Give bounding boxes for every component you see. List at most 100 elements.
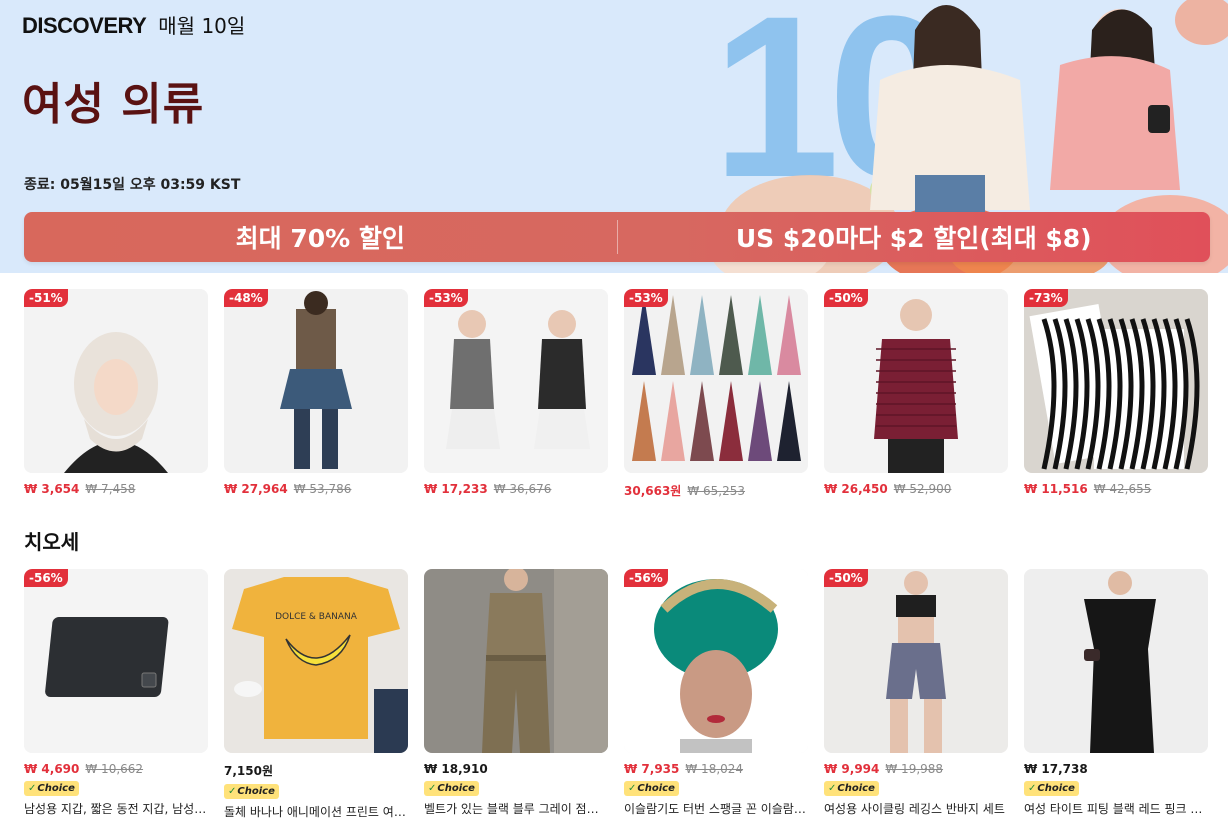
product-card[interactable]: -56% ₩ 4,690 ₩ 10,662 ✓ Choice 남성용 지갑, 짧은 동전 …	[24, 569, 208, 820]
price-line: ₩ 17,738	[1024, 762, 1208, 776]
product-card[interactable]: -48% ₩ 27,964 ₩ 53,786	[224, 289, 408, 499]
original-price: ₩ 53,786	[293, 482, 352, 496]
original-price: ₩ 10,662	[85, 762, 144, 776]
sale-price: ₩ 26,450	[824, 482, 888, 496]
white-hijab-cap-image	[24, 289, 208, 473]
product-card[interactable]: -50% ₩ 26,450 ₩ 52,900	[824, 289, 1008, 499]
promo-coupon: US $20마다 $2 할인(최대 $8)	[735, 224, 1092, 253]
discount-badge: -56%	[24, 569, 68, 587]
sale-price: ₩ 3,654	[24, 482, 80, 496]
check-icon: ✓	[28, 783, 37, 794]
sale-price: ₩ 17,738	[1024, 762, 1088, 776]
product-card[interactable]: ₩ 18,910 ✓ Choice 벨트가 있는 블랙 블루 그레이 점프수트	[424, 569, 608, 820]
discount-badge: -50%	[824, 569, 868, 587]
price-line: 30,663원 ₩ 65,253	[624, 482, 808, 499]
choice-badge: ✓ Choice	[224, 784, 279, 799]
product-image[interactable]: -53%	[624, 289, 808, 473]
cycling-shorts-image	[824, 569, 1008, 753]
product-card[interactable]: -73% ₩ 11,516 ₩ 42,655	[1024, 289, 1208, 499]
product-image[interactable]: -51%	[24, 289, 208, 473]
product-card[interactable]: -50% ₩ 9,994 ₩ 19,988 ✓ Choice 여성용 사이클링 레깅스 반…	[824, 569, 1008, 820]
choice-badge: ✓ Choice	[1024, 781, 1079, 796]
discount-badge: -50%	[824, 289, 868, 307]
original-price: ₩ 18,024	[685, 762, 744, 776]
price-line: ₩ 17,233 ₩ 36,676	[424, 482, 608, 496]
discount-badge: -51%	[24, 289, 68, 307]
promo-bar[interactable]: 최대 70% 할인 US $20마다 $2 할인(최대 $8)	[24, 212, 1210, 262]
check-icon: ✓	[228, 786, 237, 797]
floral-top-denim-skirt-image	[224, 289, 408, 473]
sale-price: ₩ 18,910	[424, 762, 488, 776]
burgundy-puffer-jacket-image	[824, 289, 1008, 473]
product-image[interactable]: -50%	[824, 289, 1008, 473]
choice-label: Choice	[837, 783, 875, 794]
original-price: ₩ 36,676	[493, 482, 552, 496]
product-name[interactable]: 남성용 지갑, 짧은 동전 지갑, 남성용 카드 지갑	[24, 800, 208, 817]
product-name[interactable]: 여성 타이트 피팅 블랙 레드 핑크 원피스	[1024, 800, 1208, 817]
product-image[interactable]	[424, 569, 608, 753]
zebra-leggings-image	[1024, 289, 1208, 473]
price-line: ₩ 9,994 ₩ 19,988	[824, 762, 1008, 776]
choice-label: Choice	[1037, 783, 1075, 794]
product-name[interactable]: 여성용 사이클링 레깅스 반바지 세트	[824, 800, 1008, 817]
product-image[interactable]	[1024, 569, 1208, 753]
choice-badge: ✓ Choice	[24, 781, 79, 796]
product-image[interactable]: -56%	[24, 569, 208, 753]
product-name[interactable]: 이슬람기도 터번 스팽글 꼰 이슬람 모자	[624, 800, 808, 817]
price-line: ₩ 3,654 ₩ 7,458	[24, 482, 208, 496]
sale-price: ₩ 7,935	[624, 762, 680, 776]
sale-price: ₩ 27,964	[224, 482, 288, 496]
sale-price: ₩ 9,994	[824, 762, 880, 776]
sale-price: ₩ 11,516	[1024, 482, 1088, 496]
choice-badge: ✓ Choice	[624, 781, 679, 796]
black-wallet-image	[24, 569, 208, 753]
product-card[interactable]: -53% 30,663원 ₩ 65,253	[624, 289, 808, 499]
discount-badge: -48%	[224, 289, 268, 307]
product-image[interactable]: -50%	[824, 569, 1008, 753]
product-row-2: -56% ₩ 4,690 ₩ 10,662 ✓ Choice 남성용 지갑, 짧은 동전 …	[24, 569, 1208, 820]
discount-badge: -53%	[624, 289, 668, 307]
abaya-set-image	[624, 289, 808, 473]
banana-tshirt-image: DOLCE & BANANA	[224, 569, 408, 753]
product-card[interactable]: -56% ₩ 7,935 ₩ 18,024 ✓ Choice 이슬람기도 터번 스팽글 꼰…	[624, 569, 808, 820]
sale-price: ₩ 4,690	[24, 762, 80, 776]
discount-badge: -56%	[624, 569, 668, 587]
end-time: 종료: 05월15일 오후 03:59 KST	[24, 177, 241, 193]
khaki-jumpsuit-image	[424, 569, 608, 753]
choice-label: Choice	[637, 783, 675, 794]
brand-row: DISCOVERY 매월 10일	[22, 10, 245, 39]
choice-label: Choice	[37, 783, 75, 794]
original-price: ₩ 19,988	[885, 762, 944, 776]
choice-label: Choice	[437, 783, 475, 794]
product-image[interactable]: -73%	[1024, 289, 1208, 473]
product-card[interactable]: -51% ₩ 3,654 ₩ 7,458	[24, 289, 208, 499]
price-line: ₩ 7,935 ₩ 18,024	[624, 762, 808, 776]
sale-price: 30,663원	[624, 484, 682, 498]
svg-text:DOLCE & BANANA: DOLCE & BANANA	[275, 612, 358, 622]
product-image[interactable]: -53%	[424, 289, 608, 473]
discount-badge: -53%	[424, 289, 468, 307]
check-icon: ✓	[828, 783, 837, 794]
check-icon: ✓	[1028, 783, 1037, 794]
choice-badge: ✓ Choice	[824, 781, 879, 796]
choice-label: Choice	[237, 786, 275, 797]
original-price: ₩ 52,900	[893, 482, 952, 496]
product-card[interactable]: -53% ₩ 17,233 ₩ 36,676	[424, 289, 608, 499]
brand-subtitle: 매월 10일	[158, 14, 246, 38]
section-title: 치오세	[24, 530, 80, 554]
choice-badge: ✓ Choice	[424, 781, 479, 796]
product-image[interactable]: DOLCE & BANANA	[224, 569, 408, 753]
product-card[interactable]: ₩ 17,738 ✓ Choice 여성 타이트 피팅 블랙 레드 핑크 원피스	[1024, 569, 1208, 820]
product-card[interactable]: DOLCE & BANANA 7,150원 ✓ Choice 돌체 바나나 애니메이션 …	[224, 569, 408, 820]
promo-banner[interactable]: 10 DISCOVERY 매월 10일 여성 의류 종료: 05월15일 오후 …	[0, 0, 1228, 273]
product-name[interactable]: 벨트가 있는 블랙 블루 그레이 점프수트	[424, 800, 608, 817]
blazer-ruffle-skirt-image	[424, 289, 608, 473]
product-image[interactable]: -56%	[624, 569, 808, 753]
check-icon: ✓	[628, 783, 637, 794]
product-name[interactable]: 돌체 바나나 애니메이션 프린트 여성 티셔츠	[224, 803, 408, 820]
price-line: ₩ 27,964 ₩ 53,786	[224, 482, 408, 496]
product-image[interactable]: -48%	[224, 289, 408, 473]
promo-max-discount: 최대 70% 할인	[235, 224, 405, 253]
price-line: 7,150원	[224, 762, 408, 779]
page-title: 여성 의류	[22, 79, 205, 130]
